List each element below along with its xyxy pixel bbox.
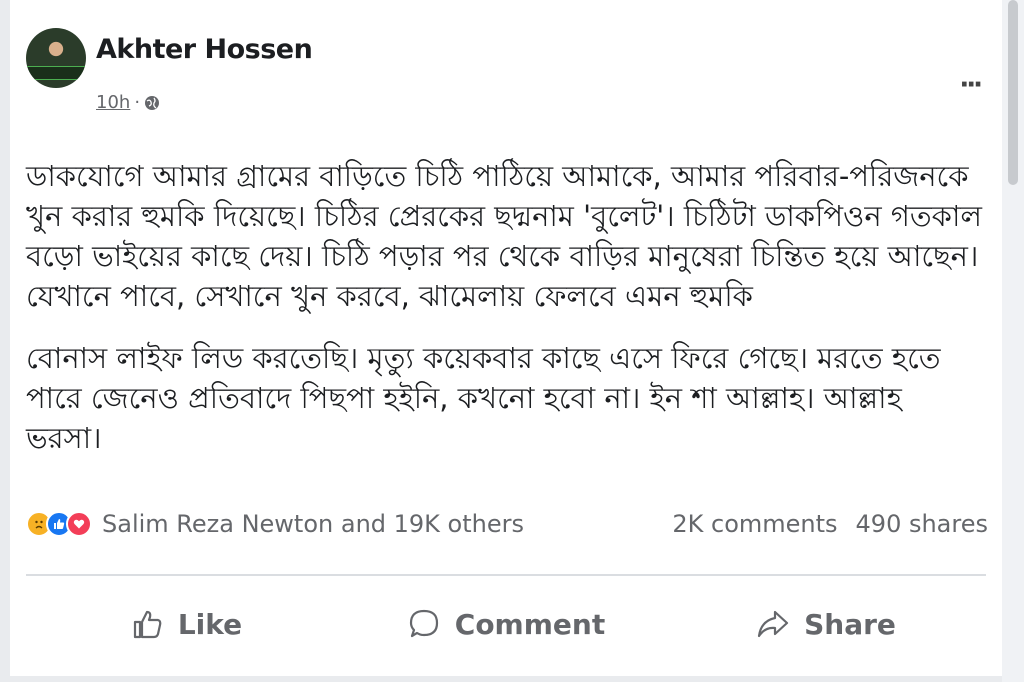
shares-count[interactable]: 490 shares [856, 510, 988, 538]
love-reaction-icon [66, 511, 92, 537]
comment-button[interactable]: Comment [346, 586, 666, 662]
scrollbar-thumb[interactable] [1008, 0, 1018, 185]
like-label: Like [177, 607, 243, 641]
scrollbar[interactable] [1002, 0, 1024, 682]
meta-separator: · [134, 92, 141, 113]
comment-icon [409, 609, 438, 638]
reactions-summary[interactable]: Salim Reza Newton and 19K others [26, 510, 524, 538]
like-icon [133, 610, 162, 639]
reactions-text[interactable]: Salim Reza Newton and 19K others [102, 510, 524, 538]
action-bar: Like Comment Share [26, 586, 986, 662]
share-icon [757, 610, 789, 638]
engagement-stats: 2K comments 490 shares [672, 510, 988, 538]
post-paragraph: ডাকযোগে আমার গ্রামের বাড়িতে চিঠি পাঠিয়… [26, 159, 982, 313]
avatar-banner [26, 66, 86, 80]
comment-label: Comment [454, 607, 606, 641]
post-card: Akhter Hossen 10h · ··· ডাকযোগে আমার গ্র… [10, 0, 1002, 676]
page-background-bottom [0, 676, 1024, 682]
globe-icon[interactable] [144, 95, 160, 111]
post-paragraph: বোনাস লাইফ লিড করতেছি। মৃত্যু কয়েকবার ক… [26, 341, 941, 455]
post-timestamp[interactable]: 10h [96, 92, 130, 113]
like-button[interactable]: Like [26, 586, 346, 662]
actions-divider [26, 574, 986, 576]
post-body: ডাকযোগে আমার গ্রামের বাড়িতে চিঠি পাঠিয়… [26, 156, 986, 480]
author-name[interactable]: Akhter Hossen [96, 34, 313, 65]
share-label: Share [804, 607, 896, 641]
post-meta: 10h · [96, 92, 160, 113]
share-button[interactable]: Share [666, 586, 986, 662]
comments-count[interactable]: 2K comments [672, 510, 837, 538]
more-options-icon[interactable]: ··· [959, 70, 983, 100]
author-avatar[interactable] [26, 28, 86, 88]
page-background-left [0, 0, 10, 682]
